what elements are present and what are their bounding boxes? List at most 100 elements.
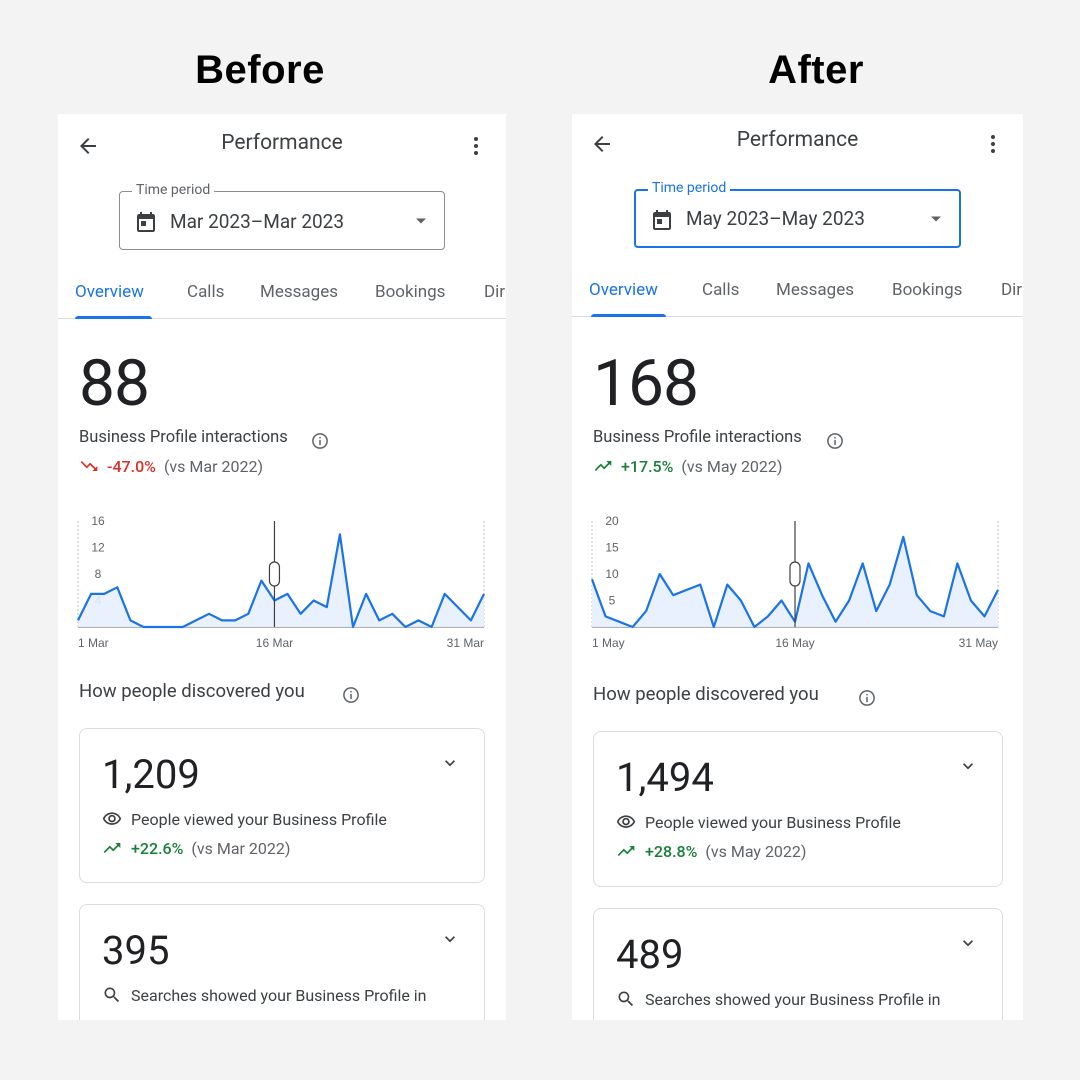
searches-count: 395 bbox=[102, 927, 170, 974]
expand-more-icon[interactable] bbox=[440, 753, 460, 773]
interactions-trend: -47.0% (vs Mar 2022) bbox=[79, 456, 263, 476]
searches-text: Searches showed your Business Profile in bbox=[131, 985, 427, 1005]
profile-views-trend: +22.6% (vs Mar 2022) bbox=[102, 838, 290, 858]
y-tick-label: 8 bbox=[95, 567, 102, 581]
tab-overview[interactable]: Overview bbox=[75, 282, 144, 302]
trend-value: +17.5% bbox=[621, 456, 674, 476]
search-icon bbox=[618, 991, 634, 1007]
searches-card[interactable]: 489 Searches showed your Business Profil… bbox=[593, 908, 1003, 1020]
time-period-value: May 2023–May 2023 bbox=[686, 207, 865, 230]
y-tick-label: 16 bbox=[91, 514, 105, 528]
interactions-chart[interactable]: 5 10 15 20 1 May 16 May 31 May bbox=[582, 509, 1012, 659]
profile-views-row: People viewed your Business Profile bbox=[102, 809, 387, 829]
trend-value: -47.0% bbox=[107, 456, 156, 476]
time-period-select[interactable]: Time period Mar 2023–Mar 2023 bbox=[119, 182, 445, 250]
searches-card[interactable]: 395 Searches showed your Business Profil… bbox=[79, 904, 485, 1020]
page-title: Performance bbox=[221, 131, 343, 155]
y-tick-label: 20 bbox=[605, 514, 619, 528]
after-heading: After bbox=[768, 48, 864, 92]
x-tick-label: 16 May bbox=[775, 636, 814, 650]
y-tick-label: 12 bbox=[91, 541, 105, 555]
time-period-label: Time period bbox=[132, 182, 215, 198]
tab-bar: Overview Calls Messages Bookings Dir bbox=[58, 274, 506, 319]
trending-up-icon bbox=[594, 461, 612, 471]
tab-directions[interactable]: Dir bbox=[1001, 280, 1022, 300]
info-icon[interactable] bbox=[858, 689, 876, 707]
info-icon[interactable] bbox=[826, 432, 844, 450]
expand-more-icon[interactable] bbox=[440, 929, 460, 949]
calendar-icon bbox=[653, 210, 671, 230]
selection-handle bbox=[789, 561, 801, 587]
x-tick-label: 1 Mar bbox=[78, 636, 109, 650]
profile-views-card[interactable]: 1,494 People viewed your Business Profil… bbox=[593, 731, 1003, 887]
more-vert-icon[interactable] bbox=[464, 134, 488, 158]
trending-down-icon bbox=[80, 461, 98, 471]
tab-overview[interactable]: Overview bbox=[589, 280, 658, 300]
search-icon bbox=[104, 987, 120, 1003]
searches-count: 489 bbox=[616, 931, 684, 978]
page-title: Performance bbox=[736, 128, 859, 152]
x-tick-label: 16 Mar bbox=[256, 636, 293, 650]
after-screenshot: Performance Time period May 2023–May 202… bbox=[572, 114, 1023, 1020]
profile-views-count: 1,209 bbox=[102, 751, 200, 798]
x-tick-label: 31 May bbox=[959, 636, 998, 650]
tab-bookings[interactable]: Bookings bbox=[375, 282, 445, 302]
tab-messages[interactable]: Messages bbox=[776, 280, 854, 300]
x-tick-label: 31 Mar bbox=[447, 636, 484, 650]
tab-bookings[interactable]: Bookings bbox=[892, 280, 962, 300]
expand-more-icon[interactable] bbox=[958, 756, 978, 776]
tab-calls[interactable]: Calls bbox=[187, 282, 224, 302]
before-heading: Before bbox=[195, 48, 325, 92]
profile-views-text: People viewed your Business Profile bbox=[131, 809, 387, 829]
profile-views-text: People viewed your Business Profile bbox=[645, 812, 901, 832]
profile-views-card[interactable]: 1,209 People viewed your Business Profil… bbox=[79, 728, 485, 883]
trend-reference: (vs May 2022) bbox=[705, 841, 807, 861]
trend-value: +28.8% bbox=[645, 841, 698, 861]
trend-value: +22.6% bbox=[131, 838, 184, 858]
x-tick-label: 1 May bbox=[592, 636, 625, 650]
interactions-total: 88 bbox=[79, 346, 150, 421]
more-vert-icon[interactable] bbox=[981, 132, 1005, 156]
trend-reference: (vs May 2022) bbox=[681, 456, 783, 476]
interactions-chart[interactable]: 4812161 Mar16 Mar31 Mar bbox=[68, 509, 498, 659]
profile-views-row: People viewed your Business Profile bbox=[616, 812, 901, 832]
active-tab-indicator bbox=[591, 314, 666, 317]
section-title: How people discovered you bbox=[79, 680, 305, 702]
y-tick-label: 15 bbox=[605, 541, 619, 555]
tab-bar: Overview Calls Messages Bookings Dir bbox=[572, 272, 1023, 317]
y-tick-label: 5 bbox=[609, 594, 616, 608]
selection-handle bbox=[268, 561, 281, 587]
section-title: How people discovered you bbox=[593, 683, 819, 705]
series-area bbox=[78, 534, 484, 627]
expand-more-icon[interactable] bbox=[958, 933, 978, 953]
searches-row: Searches showed your Business Profile in bbox=[102, 985, 427, 1005]
arrow-drop-down-icon bbox=[931, 216, 941, 222]
before-screenshot: Performance Time period Mar 2023–Mar 202… bbox=[58, 114, 506, 1020]
interactions-trend: +17.5% (vs May 2022) bbox=[593, 456, 782, 476]
trend-reference: (vs Mar 2022) bbox=[163, 456, 264, 476]
time-period-value: Mar 2023–Mar 2023 bbox=[170, 210, 345, 233]
top-app-bar: Performance bbox=[572, 114, 1023, 176]
visibility-icon bbox=[616, 815, 636, 828]
y-tick-label: 10 bbox=[605, 567, 619, 581]
trend-reference: (vs Mar 2022) bbox=[191, 838, 291, 858]
top-app-bar: Performance bbox=[58, 114, 506, 176]
active-tab-indicator bbox=[75, 316, 152, 319]
visibility-icon bbox=[102, 812, 122, 825]
interactions-total: 168 bbox=[593, 346, 699, 421]
arrow-drop-down-icon bbox=[416, 218, 426, 224]
interactions-label: Business Profile interactions bbox=[79, 428, 288, 447]
time-period-label: Time period bbox=[648, 180, 731, 196]
info-icon[interactable] bbox=[311, 432, 329, 450]
trending-up-icon bbox=[103, 843, 121, 853]
searches-text: Searches showed your Business Profile in bbox=[645, 989, 941, 1009]
interactions-label: Business Profile interactions bbox=[593, 428, 802, 447]
tab-messages[interactable]: Messages bbox=[260, 282, 338, 302]
profile-views-count: 1,494 bbox=[616, 754, 714, 801]
profile-views-trend: +28.8% (vs May 2022) bbox=[616, 841, 806, 861]
tab-directions[interactable]: Dir bbox=[484, 282, 505, 302]
info-icon[interactable] bbox=[342, 686, 360, 704]
calendar-icon bbox=[137, 212, 155, 232]
time-period-select[interactable]: Time period May 2023–May 2023 bbox=[634, 180, 961, 248]
tab-calls[interactable]: Calls bbox=[702, 280, 739, 300]
